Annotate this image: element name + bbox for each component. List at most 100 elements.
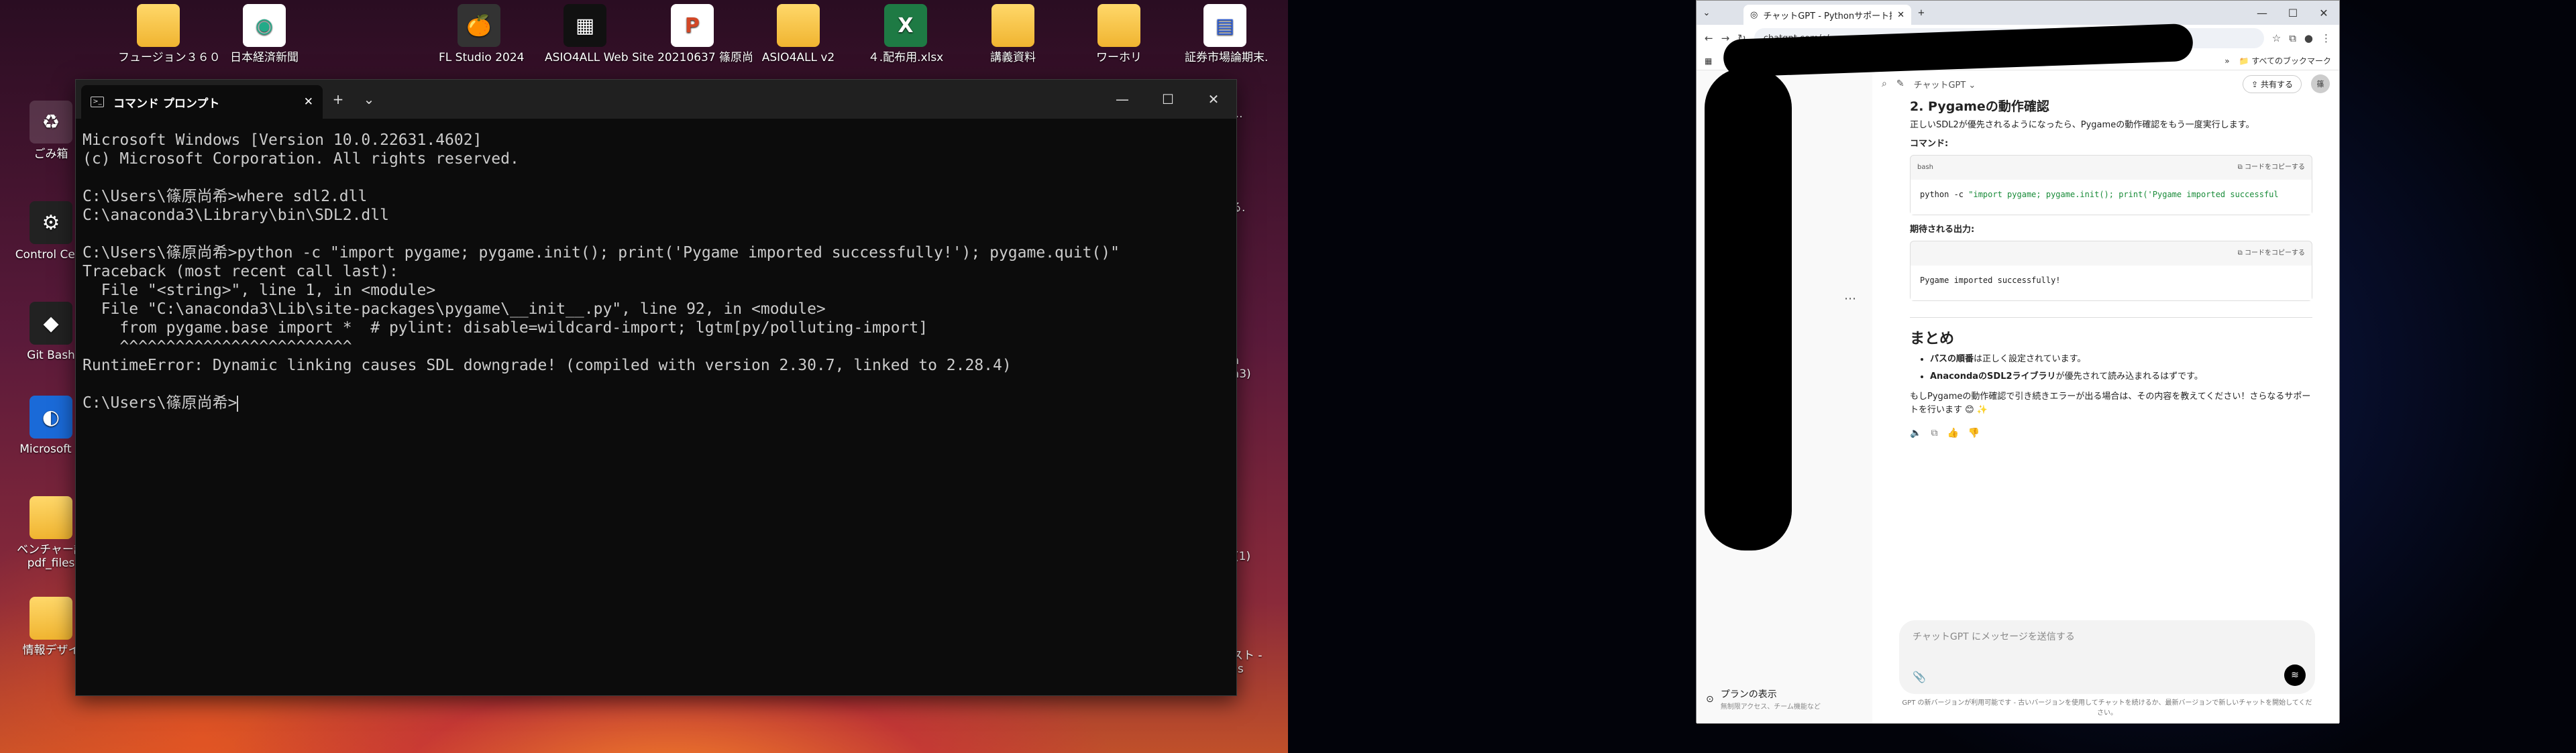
terminal-line: from pygame.base import * # pylint: disa… bbox=[83, 319, 928, 337]
message-actions: 🔈 ⧉ 👍 👎 bbox=[1910, 426, 2312, 440]
share-button[interactable]: ⇪ 共有する bbox=[2243, 74, 2302, 93]
apps-grid-icon[interactable]: ▦ bbox=[1705, 56, 1712, 66]
folder-icon bbox=[777, 4, 820, 47]
terminal-tab-title: コマンド プロンプト bbox=[113, 97, 220, 111]
powerpoint-icon: P bbox=[671, 4, 714, 47]
terminal-titlebar[interactable]: >_ コマンド プロンプト ✕ + ⌄ — ☐ ✕ bbox=[76, 80, 1236, 119]
read-aloud-icon[interactable]: 🔈 bbox=[1910, 426, 1921, 440]
desktop-icon-label: ４.配布用.xlsx bbox=[867, 51, 944, 64]
search-icon[interactable]: ⌕ bbox=[1882, 78, 1887, 89]
version-disclaimer: GPT の新バージョンが利用可能です - 古いバージョンを使用してチャットを続け… bbox=[1902, 699, 2312, 717]
profile-icon[interactable]: ● bbox=[2304, 32, 2313, 44]
divider bbox=[1910, 317, 2312, 318]
plan-title: プランの表示 bbox=[1720, 689, 1777, 700]
recycle-bin-icon: ♻ bbox=[30, 101, 72, 143]
code-block-output: ⧉ コードをコピーする Pygame imported successfully… bbox=[1910, 241, 2312, 301]
folder-icon bbox=[1097, 4, 1140, 47]
desktop-icon[interactable]: 🍊 FL Studio 2024 bbox=[439, 4, 525, 64]
more-options-icon[interactable]: ⋯ bbox=[1844, 292, 1856, 306]
forward-arrow-icon[interactable]: → bbox=[1721, 32, 1730, 44]
message-composer[interactable]: チャットGPT にメッセージを送信する 📎 ≋ bbox=[1899, 620, 2315, 694]
command-label: コマンド: bbox=[1910, 139, 1949, 149]
paperclip-icon[interactable]: 📎 bbox=[1913, 671, 1926, 683]
new-chat-icon[interactable]: ✎ bbox=[1896, 78, 1904, 89]
desktop-icon[interactable]: フュージョン３６０ bbox=[118, 4, 221, 64]
excel-icon: X bbox=[884, 4, 927, 47]
plan-upgrade-item[interactable]: ⊙ プランの表示 無制限アクセス、チーム機能など bbox=[1706, 687, 1821, 711]
back-arrow-icon[interactable]: ← bbox=[1705, 32, 1713, 44]
desktop-icon[interactable]: ◉ 日本経済新聞 bbox=[224, 4, 305, 64]
desktop-icon[interactable]: X ４.配布用.xlsx bbox=[865, 4, 946, 64]
close-window-button[interactable]: ✕ bbox=[1191, 91, 1236, 107]
maximize-button[interactable]: ☐ bbox=[1145, 91, 1191, 107]
minimize-button[interactable]: — bbox=[2247, 7, 2277, 19]
chatgpt-favicon-icon: ◎ bbox=[1750, 9, 1758, 20]
chat-main-area: ⌕ ✎ チャットGPT ⌄ ⇪ 共有する 篠 2. Pygameの動作確認 正し… bbox=[1872, 70, 2339, 723]
chat-header: ⌕ ✎ チャットGPT ⌄ ⇪ 共有する 篠 bbox=[1872, 70, 2339, 97]
left-monitor-desktop: フュージョン３６０ ◉ 日本経済新聞 🍊 FL Studio 2024 ▦ ASIO4ALL… bbox=[0, 0, 1288, 753]
avatar[interactable]: 篠 bbox=[2311, 74, 2330, 93]
desktop-icon[interactable]: ワーホリ bbox=[1079, 4, 1159, 64]
closing-text: もしPygameの動作確認で引き続きエラーが出る場合は、その内容を教えてください… bbox=[1910, 392, 2311, 415]
terminal-line: File "<string>", line 1, in <module> bbox=[83, 282, 436, 299]
thumbs-down-icon[interactable]: 👎 bbox=[1968, 426, 1980, 440]
terminal-output[interactable]: Microsoft Windows [Version 10.0.22631.46… bbox=[76, 119, 1236, 424]
new-tab-button[interactable]: + bbox=[1911, 8, 1931, 18]
desktop-icon[interactable]: ASIO4ALL v2 bbox=[758, 4, 839, 64]
bullet-text: が優先されて読み込まれるはずです。 bbox=[2055, 371, 2203, 382]
terminal-line: RuntimeError: Dynamic linking causes SDL… bbox=[83, 357, 1012, 374]
summary-heading: まとめ bbox=[1910, 331, 1955, 347]
tab-search-icon[interactable]: ⌄ bbox=[1697, 8, 1717, 18]
desktop-icon[interactable]: ▤ 証券市場論期末. bbox=[1185, 4, 1268, 64]
cmd-icon: >_ bbox=[91, 97, 104, 107]
code-command: python -c bbox=[1920, 190, 1969, 199]
desktop-icon-label: FL Studio 2024 bbox=[439, 51, 525, 64]
menu-dots-icon[interactable]: ⋮ bbox=[2321, 32, 2331, 44]
section-heading: 2. Pygameの動作確認 bbox=[1910, 99, 2049, 114]
all-bookmarks-folder[interactable]: 📁 すべてのブックマーク bbox=[2239, 55, 2331, 66]
desktop-icon-partial[interactable]: (1) bbox=[1234, 550, 1288, 563]
browser-tab-title: チャットGPT - Pythonサポート提供 bbox=[1763, 11, 1892, 21]
tab-dropdown-button[interactable]: ⌄ bbox=[354, 91, 384, 107]
browser-tab-bar: ⌄ ◎ チャットGPT - Pythonサポート提供 ✕ + — ☐ ✕ bbox=[1697, 1, 2339, 25]
close-window-button[interactable]: ✕ bbox=[2308, 7, 2339, 19]
edge-icon: ◐ bbox=[30, 396, 72, 439]
desktop-icon-label: ASIO4ALL v2 bbox=[761, 51, 835, 64]
desktop-icon[interactable]: ▦ ASIO4ALL Web Site 20210637 篠原尚 bbox=[545, 4, 753, 64]
new-tab-button[interactable]: + bbox=[323, 91, 354, 107]
code-content: Pygame imported successfully! bbox=[1911, 266, 2312, 300]
minimize-button[interactable]: — bbox=[1099, 91, 1145, 107]
browser-tab[interactable]: ◎ チャットGPT - Pythonサポート提供 ✕ bbox=[1743, 5, 1911, 25]
code-block-command: bash ⧉ コードをコピーする python -c "import pygame… bbox=[1910, 155, 2312, 215]
copy-icon[interactable]: ⧉ bbox=[1931, 426, 1937, 440]
terminal-line: Traceback (most recent call last): bbox=[83, 263, 398, 280]
thumbs-up-icon[interactable]: 👍 bbox=[1947, 426, 1958, 440]
terminal-tab[interactable]: >_ コマンド プロンプト ✕ bbox=[81, 85, 323, 119]
bookmarks-chevron-icon[interactable]: » bbox=[2224, 56, 2229, 66]
desktop-icon[interactable]: 講義資料 bbox=[973, 4, 1053, 64]
command-prompt-window[interactable]: >_ コマンド プロンプト ✕ + ⌄ — ☐ ✕ Microsoft Wind… bbox=[75, 79, 1237, 696]
terminal-line: C:\anaconda3\Library\bin\SDL2.dll bbox=[83, 207, 389, 224]
browser-window[interactable]: ⌄ ◎ チャットGPT - Pythonサポート提供 ✕ + — ☐ ✕ ← →… bbox=[1696, 0, 2340, 723]
model-selector[interactable]: チャットGPT ⌄ bbox=[1914, 78, 1976, 91]
copy-code-label: コードをコピーする bbox=[2245, 164, 2305, 171]
desktop-icon-partial[interactable]: スト - ss bbox=[1232, 649, 1288, 676]
copy-code-button[interactable]: ⧉ コードをコピーする bbox=[2238, 161, 2305, 174]
terminal-line: Microsoft Windows [Version 10.0.22631.46… bbox=[83, 131, 482, 149]
close-tab-icon[interactable]: ✕ bbox=[1897, 10, 1904, 20]
list-item: パスの順番は正しく設定されています。 bbox=[1930, 353, 2312, 366]
folder-icon bbox=[30, 597, 72, 640]
copy-code-button[interactable]: ⧉ コードをコピーする bbox=[2238, 247, 2305, 260]
desktop-icon[interactable]: P bbox=[652, 4, 733, 51]
extensions-icon[interactable]: ⧉ bbox=[2289, 32, 2296, 44]
plan-icon: ⊙ bbox=[1706, 693, 1714, 705]
folder-icon bbox=[137, 4, 180, 47]
close-tab-icon[interactable]: ✕ bbox=[304, 95, 313, 109]
bookmark-star-icon[interactable]: ☆ bbox=[2272, 32, 2281, 44]
redaction-scribble bbox=[1705, 68, 1792, 551]
maximize-button[interactable]: ☐ bbox=[2277, 7, 2308, 19]
voice-mode-icon[interactable]: ≋ bbox=[2284, 664, 2306, 686]
summary-list: パスの順番は正しく設定されています。 AnacondaのSDL2ライブラリが優先… bbox=[1930, 353, 2312, 384]
